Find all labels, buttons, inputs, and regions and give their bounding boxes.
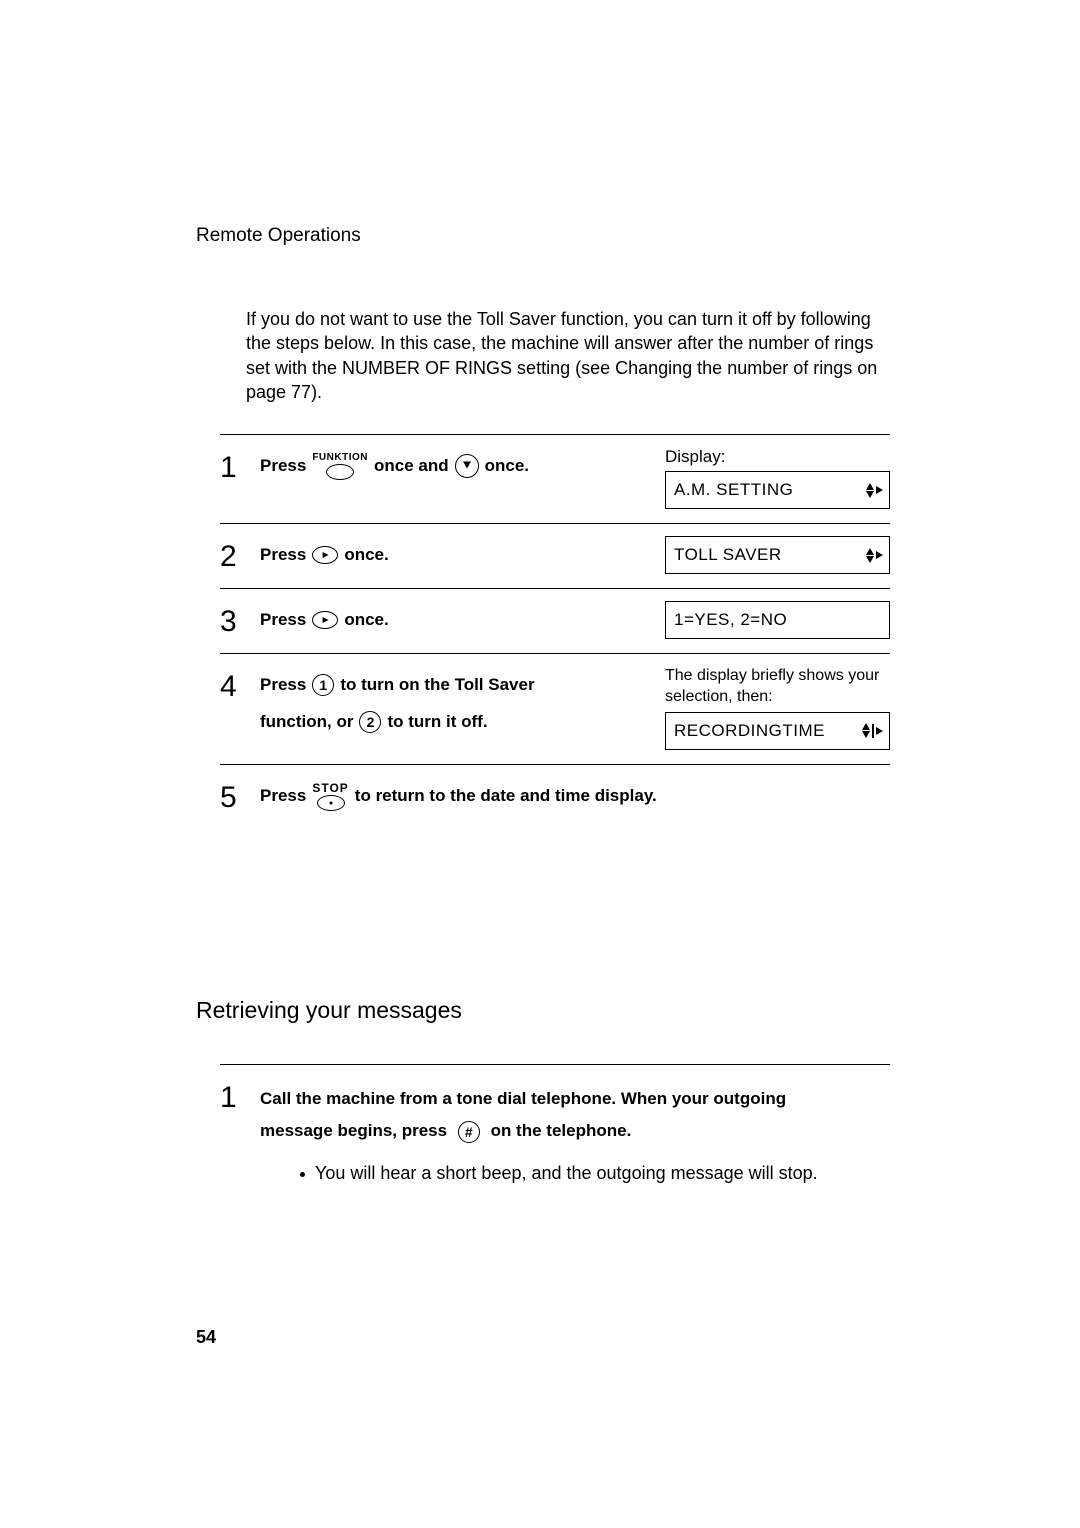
text: once. (485, 451, 529, 482)
step-number: 5 (220, 777, 244, 813)
display-text: A.M. SETTING (674, 480, 793, 500)
display-note: The display briefly shows your selection… (665, 666, 890, 708)
key-2-icon: 2 (359, 711, 381, 733)
display-text: RECORDINGTIME (674, 721, 825, 741)
text: message begins, press (260, 1121, 447, 1140)
lcd-display: A.M. SETTING (665, 471, 890, 509)
section-heading: Retrieving your messages (196, 997, 890, 1024)
step-instruction: Press FUNKTION once and once. (260, 447, 529, 482)
step-row: 1 Press FUNKTION once and once. Display:… (220, 435, 890, 524)
step-instruction: Call the machine from a tone dial teleph… (260, 1083, 818, 1148)
nav-right-icon (312, 611, 338, 629)
text: once. (344, 540, 388, 571)
intro-paragraph: If you do not want to use the Toll Saver… (246, 307, 886, 404)
step-number: 1 (220, 1083, 244, 1113)
nav-right-icon (312, 546, 338, 564)
step-row: 5 Press STOP to return to the date and t… (220, 765, 890, 827)
step-number: 3 (220, 601, 244, 637)
oval-key-icon (326, 464, 354, 480)
text: to return to the date and time display. (355, 781, 657, 812)
text: Press (260, 781, 306, 812)
bullet-item: You will hear a short beep, and the outg… (300, 1163, 818, 1184)
step-instruction: Press once. (260, 601, 389, 636)
step-instruction: Press once. (260, 536, 389, 571)
nav-down-icon (455, 454, 479, 478)
text: function, or (260, 707, 353, 738)
step-instruction: Press STOP to return to the date and tim… (260, 777, 657, 812)
text: Press (260, 605, 306, 636)
page-number: 54 (196, 1327, 216, 1348)
step-row: 3 Press once. 1=YES, 2=NO (220, 589, 890, 654)
step-row: 2 Press once. TOLL SAVER (220, 524, 890, 589)
step-number: 2 (220, 536, 244, 572)
text: Press (260, 451, 306, 482)
text: Press (260, 670, 306, 701)
bullet-icon (300, 1172, 305, 1177)
step-number: 4 (220, 666, 244, 702)
funktion-key-icon: FUNKTION (312, 453, 368, 480)
up-down-right-icon (866, 548, 883, 563)
stop-key-icon: STOP (312, 782, 348, 811)
text: to turn on the Toll Saver (340, 670, 534, 701)
up-down-bar-right-icon (862, 723, 883, 738)
text: on the telephone. (491, 1121, 632, 1140)
text: to turn it off. (387, 707, 487, 738)
lcd-display: RECORDINGTIME (665, 712, 890, 750)
up-down-right-icon (866, 483, 883, 498)
bullet-text: You will hear a short beep, and the outg… (315, 1163, 818, 1184)
text: once. (344, 605, 388, 636)
display-label: Display: (665, 447, 890, 467)
text: Press (260, 540, 306, 571)
step-row: 4 Press 1 to turn on the Toll Saver func… (220, 654, 890, 765)
oval-dot-key-icon (317, 795, 345, 811)
retrieve-messages-section: 1 Call the machine from a tone dial tele… (220, 1064, 890, 1185)
text: Call the machine from a tone dial teleph… (260, 1089, 786, 1108)
lcd-display: TOLL SAVER (665, 536, 890, 574)
key-1-icon: 1 (312, 674, 334, 696)
step-number: 1 (220, 447, 244, 483)
display-text: TOLL SAVER (674, 545, 782, 565)
running-head: Remote Operations (196, 225, 890, 247)
step-instruction: Press 1 to turn on the Toll Saver functi… (260, 666, 600, 737)
toll-saver-steps: 1 Press FUNKTION once and once. Display:… (220, 434, 890, 827)
text: once and (374, 451, 449, 482)
display-text: 1=YES, 2=NO (674, 610, 787, 630)
stop-label: STOP (312, 782, 348, 794)
manual-page: Remote Operations If you do not want to … (0, 0, 1080, 1528)
hash-key-icon: # (458, 1121, 480, 1143)
funktion-label: FUNKTION (312, 453, 368, 463)
lcd-display: 1=YES, 2=NO (665, 601, 890, 639)
